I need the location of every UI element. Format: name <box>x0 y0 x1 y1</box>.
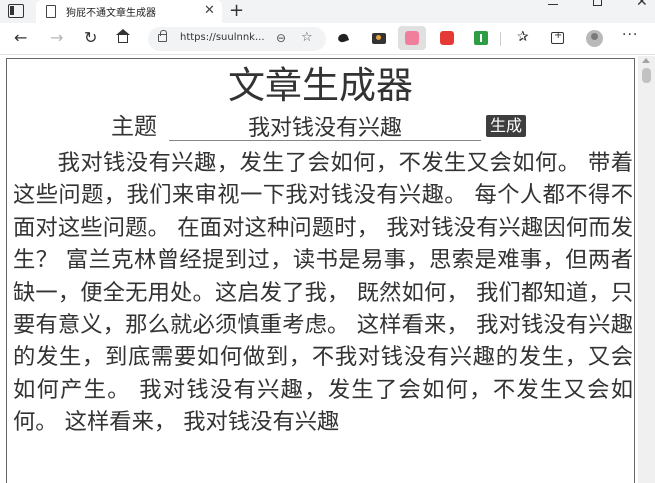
camera-extension-icon[interactable] <box>372 33 386 44</box>
generated-article: 我对钱没有兴趣，发生了会如何，不发生又会如何。 带着这些问题，我们来审视一下我对… <box>13 150 633 436</box>
lock-icon[interactable] <box>158 30 167 42</box>
subject-label: 主题 <box>111 114 157 140</box>
profile-icon[interactable] <box>586 30 603 47</box>
browser-window: 狗屁不通文章生成器 ✕ + ✕ ← → ↻ https://suulnnk...… <box>0 0 655 483</box>
browser-toolbar: ← → ↻ https://suulnnk... ⊖ ☆ ✰ ··· <box>0 23 655 55</box>
extension-icon[interactable] <box>336 31 350 45</box>
tab-title: 狗屁不通文章生成器 <box>66 8 156 19</box>
back-icon[interactable]: ← <box>14 29 27 47</box>
home-icon-body[interactable] <box>118 34 128 43</box>
active-extension-button[interactable] <box>398 26 426 50</box>
subject-input[interactable] <box>169 111 481 141</box>
window-close-button[interactable]: ✕ <box>636 0 648 10</box>
address-bar[interactable]: https://suulnnk... ⊖ ☆ <box>148 27 326 51</box>
page-title: 文章生成器 <box>228 64 413 107</box>
page-scrollbar[interactable] <box>638 56 655 483</box>
maximize-button[interactable] <box>593 0 602 6</box>
generator-container: 文章生成器 主题 生成 我对钱没有兴趣，发生了会如何，不发生又会如何。 带着这些… <box>6 58 635 483</box>
toolbar-divider <box>500 32 501 46</box>
zoom-icon[interactable]: ⊖ <box>276 31 286 45</box>
green-extension-icon[interactable] <box>474 31 488 45</box>
more-icon[interactable]: ··· <box>622 27 638 43</box>
minimize-button[interactable] <box>548 4 558 5</box>
forward-icon[interactable]: → <box>50 29 63 47</box>
tab-strip: 狗屁不通文章生成器 ✕ + ✕ <box>0 0 655 23</box>
plus-icon[interactable]: + <box>229 0 244 22</box>
scroll-up-arrow-icon[interactable] <box>642 58 650 63</box>
red-extension-icon[interactable] <box>440 31 454 45</box>
reload-icon[interactable]: ↻ <box>84 29 97 47</box>
close-icon[interactable]: ✕ <box>204 3 215 18</box>
scroll-thumb[interactable] <box>642 68 651 83</box>
generate-button[interactable]: 生成 <box>486 115 527 137</box>
tab-actions-icon[interactable] <box>8 4 24 18</box>
pink-extension-icon <box>405 31 419 45</box>
favorites-icon[interactable]: ✰ <box>517 29 529 45</box>
collections-icon[interactable] <box>551 30 564 44</box>
active-tab[interactable]: 狗屁不通文章生成器 ✕ <box>36 0 222 23</box>
page-icon <box>46 5 56 18</box>
subject-form: 主题 生成 <box>7 111 634 141</box>
url-text[interactable]: https://suulnnk... <box>180 32 265 43</box>
page-viewport: 文章生成器 主题 生成 我对钱没有兴趣，发生了会如何，不发生又会如何。 带着这些… <box>0 56 655 483</box>
add-favorite-icon[interactable]: ☆ <box>301 30 313 45</box>
